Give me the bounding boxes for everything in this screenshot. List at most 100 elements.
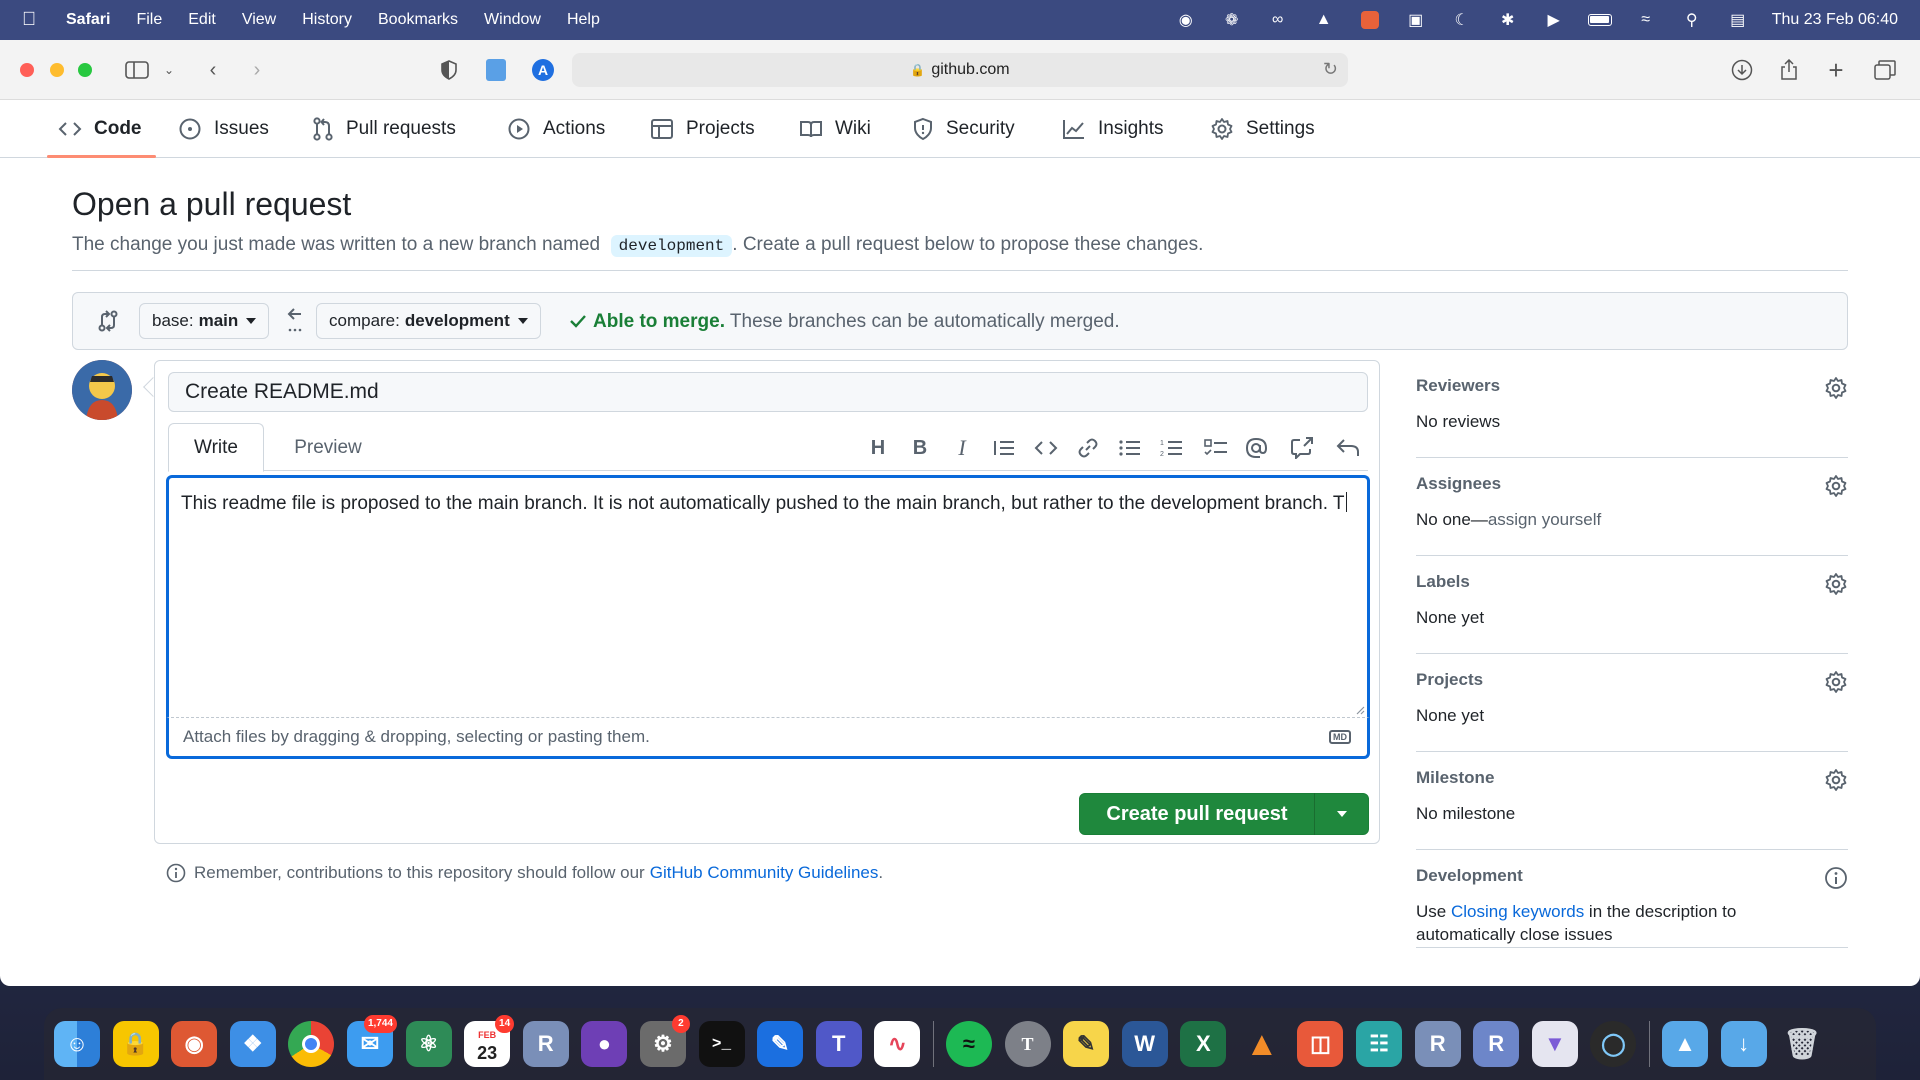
tab-write[interactable]: Write bbox=[168, 423, 264, 472]
undo-icon[interactable] bbox=[1334, 435, 1362, 461]
control-center-icon[interactable]: ▤ bbox=[1726, 11, 1750, 29]
reload-icon[interactable]: ↻ bbox=[1323, 59, 1338, 80]
dock-notes-icon[interactable]: ✎ bbox=[1063, 1021, 1110, 1067]
dock-finder-icon[interactable]: ☺ bbox=[54, 1021, 100, 1067]
milestone-heading[interactable]: Milestone bbox=[1416, 768, 1494, 788]
tab-wiki[interactable]: Wiki bbox=[799, 100, 871, 158]
dock-quicktime-icon[interactable]: ◯ bbox=[1590, 1021, 1637, 1067]
close-window-button[interactable] bbox=[20, 63, 34, 77]
bold-icon[interactable]: B bbox=[906, 435, 934, 461]
menu-edit[interactable]: Edit bbox=[188, 11, 216, 29]
assignees-heading[interactable]: Assignees bbox=[1416, 474, 1501, 494]
closing-keywords-link[interactable]: Closing keywords bbox=[1451, 902, 1584, 921]
dock-freeform-icon[interactable]: ∿ bbox=[874, 1021, 921, 1067]
attach-files-bar[interactable]: Attach files by dragging & dropping, sel… bbox=[166, 717, 1370, 759]
apple-icon[interactable]:  bbox=[22, 9, 46, 31]
new-tab-icon[interactable]: + bbox=[1823, 55, 1849, 85]
minimize-window-button[interactable] bbox=[50, 63, 64, 77]
gear-icon[interactable] bbox=[1824, 572, 1848, 596]
creative-cloud-icon[interactable]: ∞ bbox=[1266, 11, 1290, 29]
dock-applications-folder-icon[interactable]: ▲ bbox=[1662, 1021, 1709, 1067]
dock-video-editor-icon[interactable]: ☷ bbox=[1356, 1021, 1403, 1067]
projects-heading[interactable]: Projects bbox=[1416, 670, 1483, 690]
menu-clock[interactable]: Thu 23 Feb 06:40 bbox=[1772, 11, 1898, 29]
moon-icon[interactable]: ☾ bbox=[1450, 11, 1474, 29]
dock-trash-icon[interactable]: 🗑 bbox=[1779, 1021, 1825, 1067]
compare-branch-select[interactable]: compare: development bbox=[316, 303, 541, 339]
app-status-icon[interactable] bbox=[1358, 11, 1382, 29]
play-circle-icon[interactable]: ▶ bbox=[1542, 11, 1566, 29]
tab-pull-requests[interactable]: Pull requests bbox=[312, 100, 456, 158]
wifi-icon[interactable]: ≈ bbox=[1634, 11, 1658, 29]
avatar[interactable] bbox=[72, 360, 132, 420]
labels-heading[interactable]: Labels bbox=[1416, 572, 1470, 592]
tab-preview[interactable]: Preview bbox=[276, 423, 380, 472]
record-icon[interactable]: ◉ bbox=[1174, 11, 1198, 29]
screenshot-icon[interactable]: ▣ bbox=[1404, 11, 1428, 29]
menu-view[interactable]: View bbox=[242, 11, 276, 29]
community-guidelines-link[interactable]: GitHub Community Guidelines bbox=[650, 863, 879, 883]
sidebar-toggle-icon[interactable] bbox=[124, 57, 150, 83]
menu-help[interactable]: Help bbox=[567, 11, 600, 29]
dock-excel-icon[interactable]: X bbox=[1180, 1021, 1227, 1067]
resize-handle-icon[interactable] bbox=[1355, 705, 1365, 715]
dock-teams-icon[interactable]: T bbox=[815, 1021, 862, 1067]
dock-vpn-icon[interactable]: ▼ bbox=[1531, 1021, 1578, 1067]
dock-downloads-folder-icon[interactable]: ↓ bbox=[1720, 1021, 1767, 1067]
dock-vlc-icon[interactable]: ▲ bbox=[1239, 1021, 1285, 1067]
dock-mail-icon[interactable]: ✉ 1,744 bbox=[346, 1015, 397, 1067]
address-bar[interactable]: 🔒 github.com ↻ bbox=[572, 53, 1348, 87]
dock-terminal-icon[interactable]: >_ bbox=[698, 1021, 745, 1067]
dock-system-settings-icon[interactable]: ⚙ 2 bbox=[639, 1015, 690, 1067]
info-icon[interactable] bbox=[1824, 866, 1848, 890]
tab-security[interactable]: Security bbox=[912, 100, 1015, 158]
dock-r-console-icon[interactable]: R bbox=[522, 1021, 569, 1067]
dock-spotify-icon[interactable]: ≈ bbox=[945, 1021, 992, 1067]
notes-extension-icon[interactable] bbox=[483, 57, 509, 83]
spotlight-icon[interactable]: ⚲ bbox=[1680, 11, 1704, 29]
create-pull-request-button[interactable]: Create pull request bbox=[1079, 793, 1369, 835]
code-icon[interactable] bbox=[1032, 435, 1060, 461]
app-menu[interactable]: Safari bbox=[66, 11, 110, 29]
tab-issues[interactable]: Issues bbox=[178, 100, 269, 158]
dock-atom-icon[interactable]: ⚛ bbox=[405, 1021, 452, 1067]
dock-pen-app-icon[interactable]: ✎ bbox=[757, 1021, 804, 1067]
gear-icon[interactable] bbox=[1824, 474, 1848, 498]
italic-icon[interactable]: I bbox=[948, 435, 976, 461]
ordered-list-icon[interactable]: 12 bbox=[1158, 435, 1186, 461]
zoom-window-button[interactable] bbox=[78, 63, 92, 77]
dock-lock-app-icon[interactable]: 🔒 bbox=[112, 1021, 159, 1067]
base-branch-select[interactable]: base: main bbox=[139, 303, 270, 339]
dock-word-icon[interactable]: W bbox=[1121, 1021, 1168, 1067]
dock-bag-app-icon[interactable]: ◫ bbox=[1297, 1021, 1344, 1067]
dock-r-package-icon[interactable]: R bbox=[1414, 1021, 1461, 1067]
dock-calendar-icon[interactable]: FEB 23 14 bbox=[464, 1015, 515, 1067]
menu-bookmarks[interactable]: Bookmarks bbox=[378, 11, 458, 29]
dock-safari-icon[interactable]: ❖ bbox=[229, 1021, 276, 1067]
tab-overview-icon[interactable] bbox=[1872, 57, 1898, 83]
tab-insights[interactable]: Insights bbox=[1062, 100, 1163, 158]
share-icon[interactable] bbox=[1776, 57, 1802, 83]
tab-settings[interactable]: Settings bbox=[1210, 100, 1315, 158]
unordered-list-icon[interactable] bbox=[1116, 435, 1144, 461]
brain-icon[interactable]: ❁ bbox=[1220, 11, 1244, 29]
chevron-down-icon[interactable]: ⌄ bbox=[156, 57, 182, 83]
downloads-icon[interactable] bbox=[1729, 57, 1755, 83]
task-list-icon[interactable] bbox=[1202, 435, 1230, 461]
create-pr-dropdown[interactable] bbox=[1315, 811, 1368, 817]
tab-actions[interactable]: Actions bbox=[507, 100, 605, 158]
heading-icon[interactable]: H bbox=[864, 435, 892, 461]
gear-icon[interactable] bbox=[1824, 768, 1848, 792]
quote-icon[interactable] bbox=[990, 435, 1018, 461]
pr-body-textarea[interactable]: This readme file is proposed to the main… bbox=[166, 475, 1370, 717]
assign-yourself-link[interactable]: assign yourself bbox=[1488, 510, 1601, 529]
drive-icon[interactable]: ▲ bbox=[1312, 11, 1336, 29]
forward-icon[interactable]: › bbox=[244, 57, 270, 83]
reviewers-heading[interactable]: Reviewers bbox=[1416, 376, 1500, 396]
dock-chrome-icon[interactable] bbox=[288, 1021, 335, 1067]
dock-r-studio-icon[interactable]: R bbox=[1473, 1021, 1520, 1067]
mention-icon[interactable] bbox=[1242, 435, 1270, 461]
bluetooth-icon[interactable]: ✱ bbox=[1496, 11, 1520, 29]
gear-icon[interactable] bbox=[1824, 670, 1848, 694]
dock-tex-icon[interactable]: T bbox=[1004, 1021, 1051, 1067]
